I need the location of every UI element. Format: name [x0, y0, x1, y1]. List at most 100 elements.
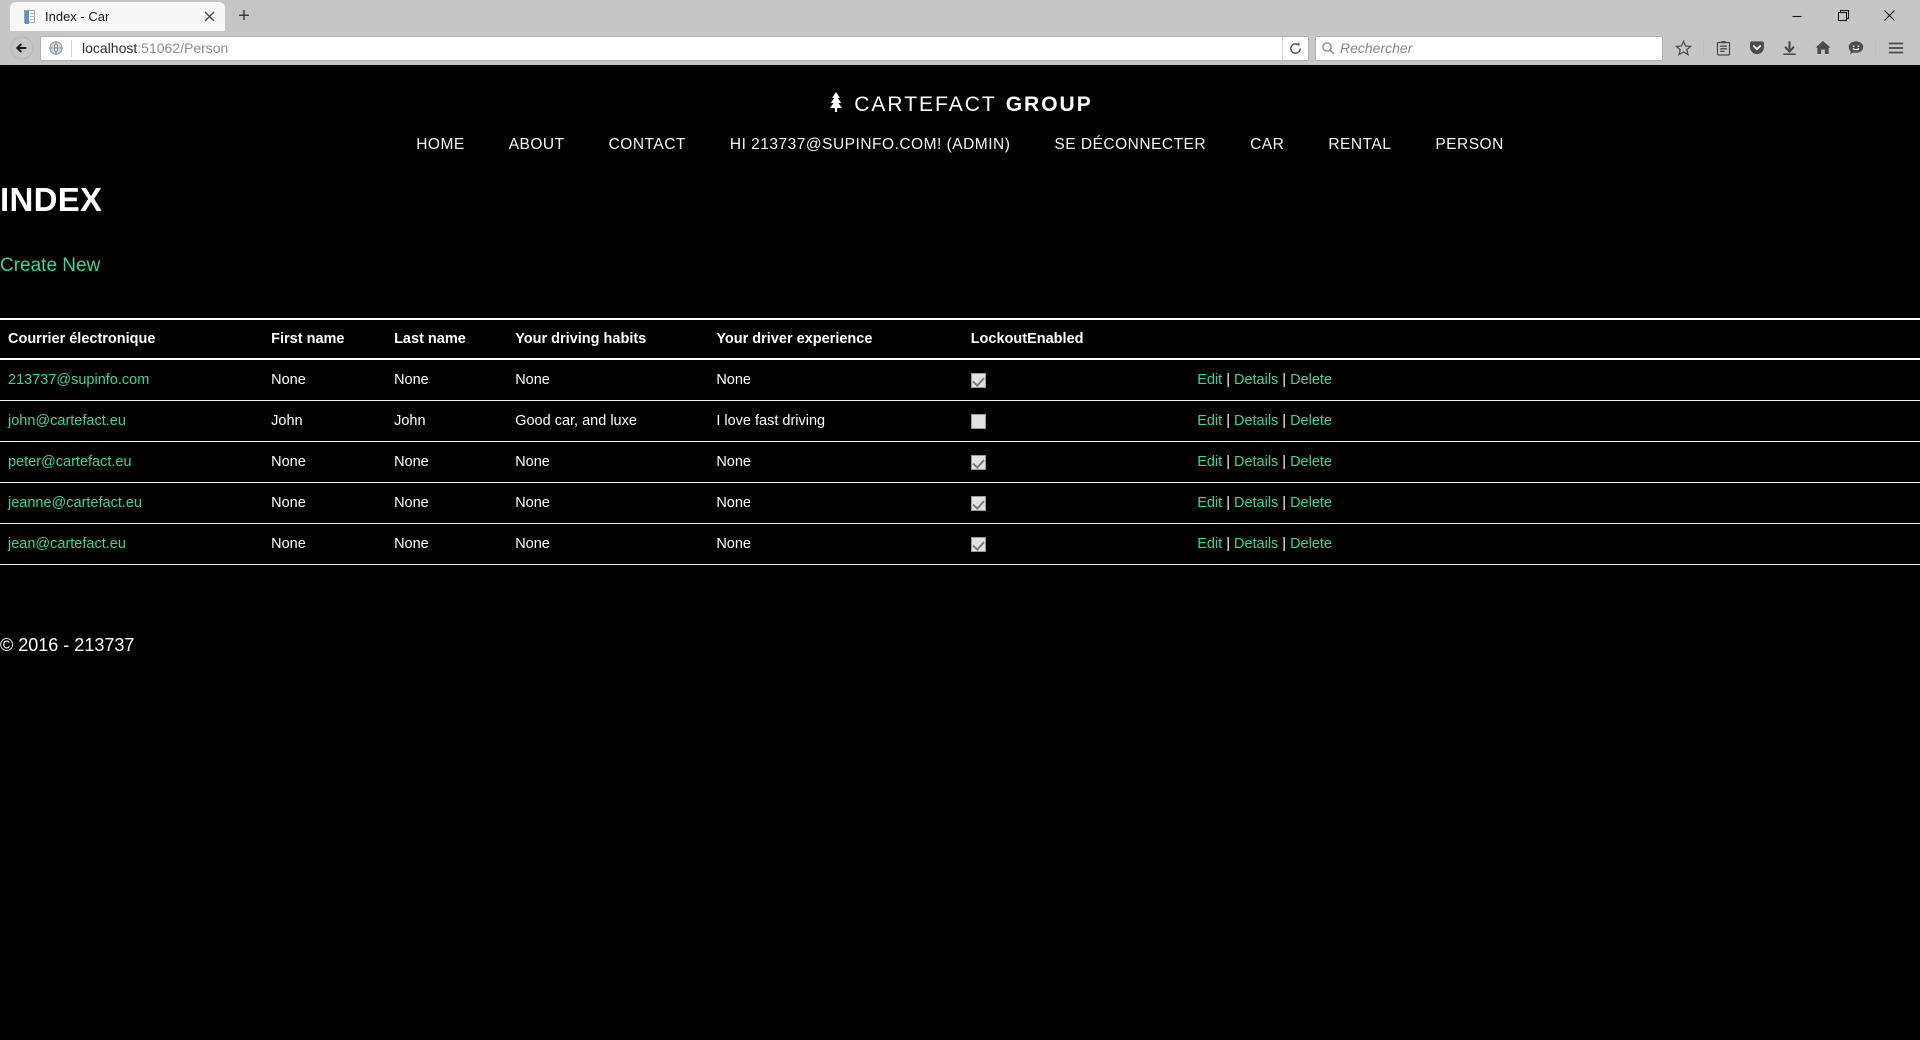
cell-driver-experience: None: [716, 482, 971, 524]
cell-driving-habits: None: [515, 482, 717, 524]
hamburger-menu-icon[interactable]: [1879, 34, 1912, 62]
window-controls: [1774, 0, 1920, 31]
email-link[interactable]: peter@cartefact.eu: [8, 454, 132, 470]
table-header: Courrier électronique First name Last na…: [0, 318, 1920, 360]
home-icon[interactable]: [1806, 34, 1839, 62]
table-body: 213737@supinfo.com None None None None Edit | D…: [0, 359, 1920, 565]
details-link[interactable]: Details: [1234, 495, 1278, 511]
cell-actions: Edit | Details | Delete: [1197, 400, 1920, 442]
cell-last-name: John: [394, 400, 516, 442]
action-separator: |: [1226, 495, 1230, 511]
close-window-button[interactable]: [1866, 0, 1912, 31]
edit-link[interactable]: Edit: [1197, 413, 1222, 429]
column-header-email: Courrier électronique: [0, 318, 272, 360]
document-icon: [22, 9, 37, 24]
column-header-lockout-enabled: LockoutEnabled: [970, 318, 1198, 360]
nav-item-car[interactable]: CAR: [1228, 136, 1306, 154]
search-input[interactable]: Rechercher: [1340, 40, 1412, 56]
action-separator: |: [1226, 536, 1230, 552]
details-link[interactable]: Details: [1234, 372, 1278, 388]
url-bar[interactable]: localhost:51062/Person: [40, 35, 1309, 61]
browser-navbar: localhost:51062/Person Rechercher: [0, 31, 1920, 65]
action-separator: |: [1226, 372, 1230, 388]
cell-email: jean@cartefact.eu: [0, 523, 272, 565]
cell-lockout-enabled: [970, 441, 1198, 483]
details-link[interactable]: Details: [1234, 454, 1278, 470]
footer-copyright: © 2016 - 213737: [0, 635, 135, 655]
edit-link[interactable]: Edit: [1197, 495, 1222, 511]
cell-driver-experience: I love fast driving: [716, 400, 971, 442]
download-icon[interactable]: [1773, 34, 1806, 62]
email-link[interactable]: jeanne@cartefact.eu: [8, 495, 142, 511]
nav-item-home[interactable]: HOME: [394, 136, 487, 154]
table-row: jean@cartefact.eu None None None None Edit | De…: [0, 523, 1920, 565]
reload-icon[interactable]: [1282, 36, 1308, 60]
brand-secondary: GROUP: [1005, 93, 1093, 116]
edit-link[interactable]: Edit: [1197, 536, 1222, 552]
brand-primary: CARTEFACT: [854, 93, 997, 116]
delete-link[interactable]: Delete: [1290, 536, 1332, 552]
nav-item-logout[interactable]: SE DÉCONNECTER: [1032, 136, 1228, 154]
action-separator: |: [1226, 413, 1230, 429]
details-link[interactable]: Details: [1234, 413, 1278, 429]
cell-actions: Edit | Details | Delete: [1197, 359, 1920, 401]
cell-driver-experience: None: [716, 441, 971, 483]
cell-lockout-enabled: [970, 482, 1198, 524]
delete-link[interactable]: Delete: [1290, 372, 1332, 388]
main-navigation: HOME ABOUT CONTACT HI 213737@SUPINFO.COM…: [0, 136, 1920, 154]
cell-driver-experience: None: [716, 523, 971, 565]
delete-link[interactable]: Delete: [1290, 495, 1332, 511]
search-bar[interactable]: Rechercher: [1315, 35, 1663, 61]
details-link[interactable]: Details: [1234, 536, 1278, 552]
email-link[interactable]: jean@cartefact.eu: [8, 536, 126, 552]
edit-link[interactable]: Edit: [1197, 454, 1222, 470]
browser-tab[interactable]: Index - Car: [10, 2, 225, 31]
email-link[interactable]: john@cartefact.eu: [8, 413, 126, 429]
nav-item-user-greeting[interactable]: HI 213737@SUPINFO.COM! (ADMIN): [708, 136, 1033, 154]
star-icon[interactable]: [1667, 34, 1700, 62]
nav-item-contact[interactable]: CONTACT: [587, 136, 708, 154]
lockout-enabled-checkbox[interactable]: [970, 372, 986, 388]
lockout-enabled-checkbox[interactable]: [970, 495, 986, 511]
browser-chrome: Index - Car + localhost:51062/Person Rec…: [0, 0, 1920, 65]
delete-link[interactable]: Delete: [1290, 413, 1332, 429]
site-brand[interactable]: CARTEFACT GROUP: [827, 91, 1092, 119]
tab-strip: Index - Car +: [0, 0, 1920, 31]
nav-item-person[interactable]: PERSON: [1413, 136, 1525, 154]
cell-first-name: None: [271, 441, 395, 483]
cell-first-name: None: [271, 523, 395, 565]
table-row: john@cartefact.eu John John Good car, and l…: [0, 400, 1920, 442]
new-tab-button[interactable]: +: [229, 2, 259, 31]
library-icon[interactable]: [1707, 34, 1740, 62]
delete-link[interactable]: Delete: [1290, 454, 1332, 470]
cell-first-name: None: [271, 359, 395, 401]
column-header-actions: [1197, 318, 1920, 360]
close-icon[interactable]: [199, 7, 219, 27]
back-arrow-icon[interactable]: [8, 34, 36, 62]
lockout-enabled-checkbox[interactable]: [970, 536, 986, 552]
create-new-link[interactable]: Create New: [0, 255, 100, 277]
table-row: jeanne@cartefact.eu None None None None Edit |…: [0, 482, 1920, 524]
edit-link[interactable]: Edit: [1197, 372, 1222, 388]
synced-tabs-icon[interactable]: [1839, 34, 1872, 62]
action-separator: |: [1282, 413, 1287, 429]
restore-icon[interactable]: [1820, 0, 1866, 31]
nav-item-rental[interactable]: RENTAL: [1306, 136, 1413, 154]
url-path: :51062/Person: [137, 40, 229, 56]
cell-email: john@cartefact.eu: [0, 400, 272, 442]
nav-item-about[interactable]: ABOUT: [487, 136, 587, 154]
column-header-last-name: Last name: [394, 318, 516, 360]
cell-driving-habits: None: [515, 523, 717, 565]
action-separator: |: [1282, 536, 1287, 552]
tab-title: Index - Car: [45, 9, 110, 24]
lockout-enabled-checkbox[interactable]: [970, 454, 986, 470]
toolbar-divider-2: [1875, 38, 1876, 58]
cell-driving-habits: None: [515, 359, 717, 401]
toolbar-divider: [1703, 38, 1704, 58]
globe-icon: [48, 40, 64, 56]
minimize-button[interactable]: [1774, 0, 1820, 31]
pocket-icon[interactable]: [1740, 34, 1773, 62]
email-link[interactable]: 213737@supinfo.com: [8, 372, 149, 388]
cell-last-name: None: [394, 482, 516, 524]
lockout-enabled-checkbox[interactable]: [970, 413, 986, 429]
